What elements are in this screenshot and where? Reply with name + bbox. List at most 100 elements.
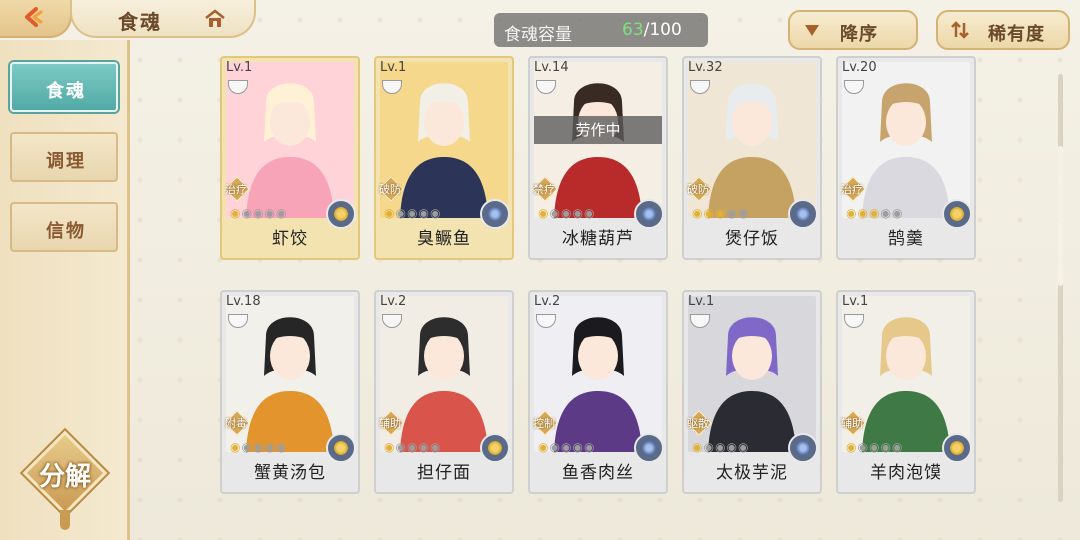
element-flower-core [949,440,965,456]
role-badge: 驱散 [684,410,714,436]
card-level: Lv.20 [842,60,877,75]
star-empty-icon: ◉ [418,206,430,220]
star-filled-icon: ◉ [846,206,858,220]
capacity-display: 食魂容量 63/100 [494,13,708,47]
card-level: Lv.1 [842,294,869,309]
star-empty-icon: ◉ [714,440,727,454]
star-rating: ◉◉◉◉◉ [230,440,287,454]
tab-token-label: 信物 [46,221,86,242]
food-soul-grid: Lv.1 治疗 ◉◉◉◉◉ 虾饺 Lv.1 破防 ◉◉◉◉◉ 臭鳜鱼 Lv.14 劳作中 禁疗 ◉◉◉… [220,56,980,496]
role-badge: 辅助 [838,410,868,436]
element-flower-core [333,206,349,222]
food-soul-card[interactable]: Lv.20 治疗 ◉◉◉◉◉ 鹄羹 [836,56,976,260]
star-empty-icon: ◉ [880,206,892,220]
role-badge: 破防 [376,176,406,202]
star-empty-icon: ◉ [880,440,892,454]
star-empty-icon: ◉ [395,440,407,454]
role-label: 附毒 [225,417,247,430]
star-filled-icon: ◉ [846,440,858,454]
star-empty-icon: ◉ [252,206,265,220]
star-empty-icon: ◉ [406,206,419,220]
star-empty-icon: ◉ [549,206,561,220]
element-flower-icon [788,199,818,229]
tab-conditioning[interactable]: 调理 [10,132,118,182]
star-empty-icon: ◉ [891,440,904,454]
decompose-label: 分解 [38,462,91,492]
star-rating: ◉◉◉◉◉ [384,440,441,454]
food-soul-card[interactable]: Lv.18 附毒 ◉◉◉◉◉ 蟹黄汤包 [220,290,360,494]
star-empty-icon: ◉ [252,440,265,454]
food-soul-card[interactable]: Lv.1 破防 ◉◉◉◉◉ 臭鳜鱼 [374,56,514,260]
role-badge: 禁疗 [530,176,560,202]
role-label: 辅助 [379,417,401,430]
element-flower-icon [788,433,818,463]
star-rating: ◉◉◉◉◉ [692,440,749,454]
card-level: Lv.18 [226,294,261,309]
role-badge: 治疗 [222,176,252,202]
star-rating: ◉◉◉◉◉ [692,206,749,220]
element-flower-icon [634,433,664,463]
star-rating: ◉◉◉◉◉ [538,440,595,454]
role-label: 破防 [379,183,401,196]
role-label: 禁疗 [533,183,555,196]
element-flower-core [487,206,503,222]
scrollbar-thumb[interactable] [1058,146,1063,286]
star-empty-icon: ◉ [737,206,750,220]
role-badge: 辅助 [376,410,406,436]
food-soul-card[interactable]: Lv.2 辅助 ◉◉◉◉◉ 担仔面 [374,290,514,494]
card-level: Lv.2 [534,294,561,309]
star-empty-icon: ◉ [726,206,738,220]
element-flower-icon [942,199,972,229]
role-badge: 附毒 [222,410,252,436]
star-empty-icon: ◉ [868,440,881,454]
tab-food-soul[interactable]: 食魂 [10,62,118,112]
sort-arrow-icon [805,25,819,36]
back-button[interactable] [0,0,72,38]
card-level: Lv.1 [226,60,253,75]
star-rating: ◉◉◉◉◉ [538,206,595,220]
star-empty-icon: ◉ [429,440,442,454]
tab-conditioning-label: 调理 [46,151,86,172]
role-label: 破防 [687,183,709,196]
food-soul-card[interactable]: Lv.14 劳作中 禁疗 ◉◉◉◉◉ 冰糖葫芦 [528,56,668,260]
star-empty-icon: ◉ [703,440,715,454]
food-soul-card[interactable]: Lv.1 驱散 ◉◉◉◉◉ 太极芋泥 [682,290,822,494]
star-empty-icon: ◉ [583,206,596,220]
star-empty-icon: ◉ [429,206,442,220]
decompose-button[interactable]: 分解 [22,430,108,530]
star-filled-icon: ◉ [692,206,704,220]
star-empty-icon: ◉ [549,440,561,454]
sort-order-label: 降序 [840,24,878,45]
sort-order-button[interactable]: 降序 [788,10,918,50]
star-filled-icon: ◉ [538,440,550,454]
star-filled-icon: ◉ [692,440,704,454]
rarity-sort-icon [951,21,969,39]
capacity-value: 63/100 [622,20,682,40]
scrollbar[interactable] [1058,74,1063,502]
star-filled-icon: ◉ [857,206,869,220]
element-flower-core [795,206,811,222]
star-filled-icon: ◉ [538,206,550,220]
tab-token[interactable]: 信物 [10,202,118,252]
working-status-badge: 劳作中 [534,116,662,144]
star-empty-icon: ◉ [726,440,738,454]
food-soul-card[interactable]: Lv.32 破防 ◉◉◉◉◉ 煲仔饭 [682,56,822,260]
element-flower-core [333,440,349,456]
food-soul-card[interactable]: Lv.2 控制 ◉◉◉◉◉ 鱼香肉丝 [528,290,668,494]
star-empty-icon: ◉ [275,440,288,454]
top-bar: 食魂 食魂容量 63/100 降序 稀有度 [0,0,1080,54]
element-flower-core [487,440,503,456]
card-level: Lv.1 [380,60,407,75]
food-soul-card[interactable]: Lv.1 辅助 ◉◉◉◉◉ 羊肉泡馍 [836,290,976,494]
back-arrow-icon [25,7,43,27]
sort-rarity-button[interactable]: 稀有度 [936,10,1070,50]
star-empty-icon: ◉ [275,206,288,220]
capacity-total: /100 [643,20,682,40]
star-filled-icon: ◉ [868,206,881,220]
star-empty-icon: ◉ [583,440,596,454]
home-icon[interactable] [204,9,226,29]
element-flower-core [641,206,657,222]
star-empty-icon: ◉ [572,206,584,220]
food-soul-card[interactable]: Lv.1 治疗 ◉◉◉◉◉ 虾饺 [220,56,360,260]
star-empty-icon: ◉ [572,440,584,454]
